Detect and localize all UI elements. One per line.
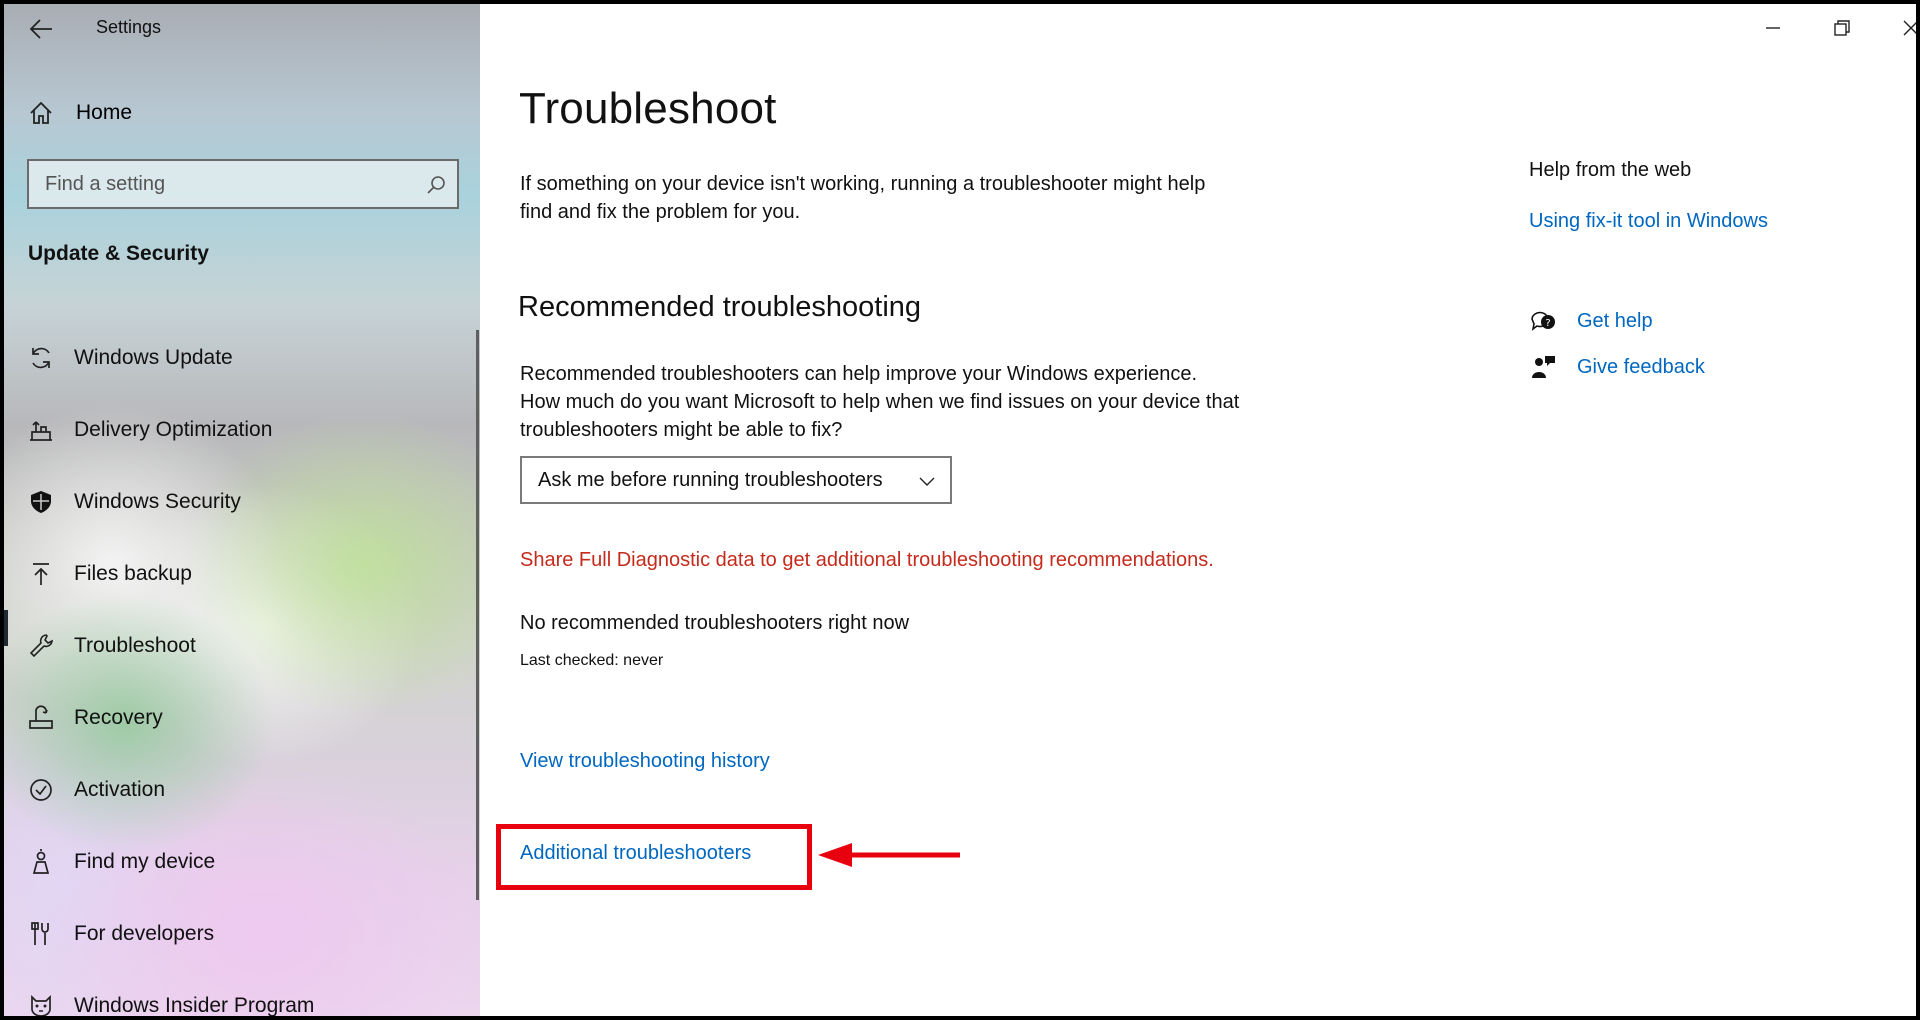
sidebar-item-label: Delivery Optimization: [74, 418, 273, 441]
sidebar-item-label: Activation: [74, 778, 166, 801]
troubleshooter-preference-dropdown[interactable]: Ask me before running troubleshooters: [520, 456, 952, 504]
sidebar-item-label: Files backup: [74, 562, 192, 585]
get-help-label: Get help: [1577, 309, 1653, 332]
chevron-down-icon: [918, 472, 936, 490]
check-circle-icon: [24, 775, 58, 805]
wrench-icon: [24, 631, 58, 661]
view-history-link[interactable]: View troubleshooting history: [520, 750, 770, 773]
minimize-icon[interactable]: [1750, 16, 1796, 40]
feedback-person-icon: [1529, 353, 1557, 381]
search-box[interactable]: [27, 159, 459, 209]
fixit-tool-link[interactable]: Using fix-it tool in Windows: [1529, 210, 1768, 233]
backup-arrow-icon: [24, 559, 58, 589]
restore-icon[interactable]: [1819, 16, 1865, 40]
window-title: Settings: [96, 17, 162, 37]
annotation-arrow-icon: [818, 840, 962, 870]
sidebar: Settings Home Update & Security Windows …: [4, 4, 480, 1017]
sidebar-item-recovery[interactable]: Recovery: [24, 682, 464, 754]
settings-window: Settings Home Update & Security Windows …: [0, 0, 1920, 1020]
nav-home-label: Home: [76, 101, 133, 124]
last-checked-text: Last checked: never: [520, 652, 664, 669]
home-icon: [24, 98, 58, 128]
sidebar-item-files-backup[interactable]: Files backup: [24, 538, 464, 610]
chat-help-icon: ?: [1529, 307, 1557, 335]
svg-text:?: ?: [1545, 318, 1550, 329]
sidebar-item-activation[interactable]: Activation: [24, 754, 464, 826]
sidebar-item-windows-security[interactable]: Windows Security: [24, 466, 464, 538]
sidebar-item-label: Windows Security: [74, 490, 241, 513]
sidebar-item-label: Windows Update: [74, 346, 233, 369]
additional-troubleshooters-link[interactable]: Additional troubleshooters: [520, 842, 751, 865]
sync-icon: [24, 343, 58, 373]
person-pin-icon: [24, 847, 58, 877]
give-feedback-label: Give feedback: [1577, 355, 1705, 378]
delivery-optimization-icon: [24, 415, 58, 445]
search-input[interactable]: [45, 172, 405, 196]
sidebar-item-windows-update[interactable]: Windows Update: [24, 322, 464, 394]
sidebar-item-label: Windows Insider Program: [74, 994, 315, 1017]
share-diagnostic-data-link[interactable]: Share Full Diagnostic data to get additi…: [520, 546, 1240, 574]
sidebar-item-label: Find my device: [74, 850, 216, 873]
back-arrow-icon[interactable]: [26, 16, 56, 42]
get-help-link[interactable]: ? Get help: [1529, 307, 1653, 335]
search-icon[interactable]: [425, 174, 447, 196]
sidebar-item-troubleshoot[interactable]: Troubleshoot: [24, 610, 464, 682]
sidebar-item-for-developers[interactable]: For developers: [24, 898, 464, 970]
sidebar-item-find-my-device[interactable]: Find my device: [24, 826, 464, 898]
nav-home[interactable]: Home: [24, 98, 132, 128]
sidebar-scrollbar[interactable]: [476, 330, 479, 900]
sidebar-item-label: Troubleshoot: [74, 634, 196, 657]
shield-icon: [24, 487, 58, 517]
sidebar-nav: Windows Update Delivery Optimization Win…: [24, 322, 464, 1017]
no-recommended-text: No recommended troubleshooters right now: [520, 612, 910, 634]
recovery-icon: [24, 703, 58, 733]
sidebar-item-label: For developers: [74, 922, 215, 945]
cat-icon: [24, 991, 58, 1016]
section-title: Update & Security: [28, 242, 209, 265]
page-title: Troubleshoot: [519, 84, 777, 133]
sidebar-item-label: Recovery: [74, 706, 163, 729]
main-content: Troubleshoot If something on your device…: [480, 4, 1916, 1016]
recommended-heading: Recommended troubleshooting: [518, 291, 922, 323]
developer-tools-icon: [24, 919, 58, 949]
close-icon[interactable]: [1888, 16, 1916, 40]
sidebar-item-windows-insider-program[interactable]: Windows Insider Program: [24, 970, 464, 1017]
sidebar-item-delivery-optimization[interactable]: Delivery Optimization: [24, 394, 464, 466]
intro-text: If something on your device isn't workin…: [520, 173, 1206, 223]
help-from-web-heading: Help from the web: [1529, 159, 1692, 181]
dropdown-value: Ask me before running troubleshooters: [538, 468, 883, 491]
selection-indicator: [4, 610, 8, 646]
recommended-description: Recommended troubleshooters can help imp…: [520, 363, 1240, 441]
give-feedback-link[interactable]: Give feedback: [1529, 353, 1705, 381]
